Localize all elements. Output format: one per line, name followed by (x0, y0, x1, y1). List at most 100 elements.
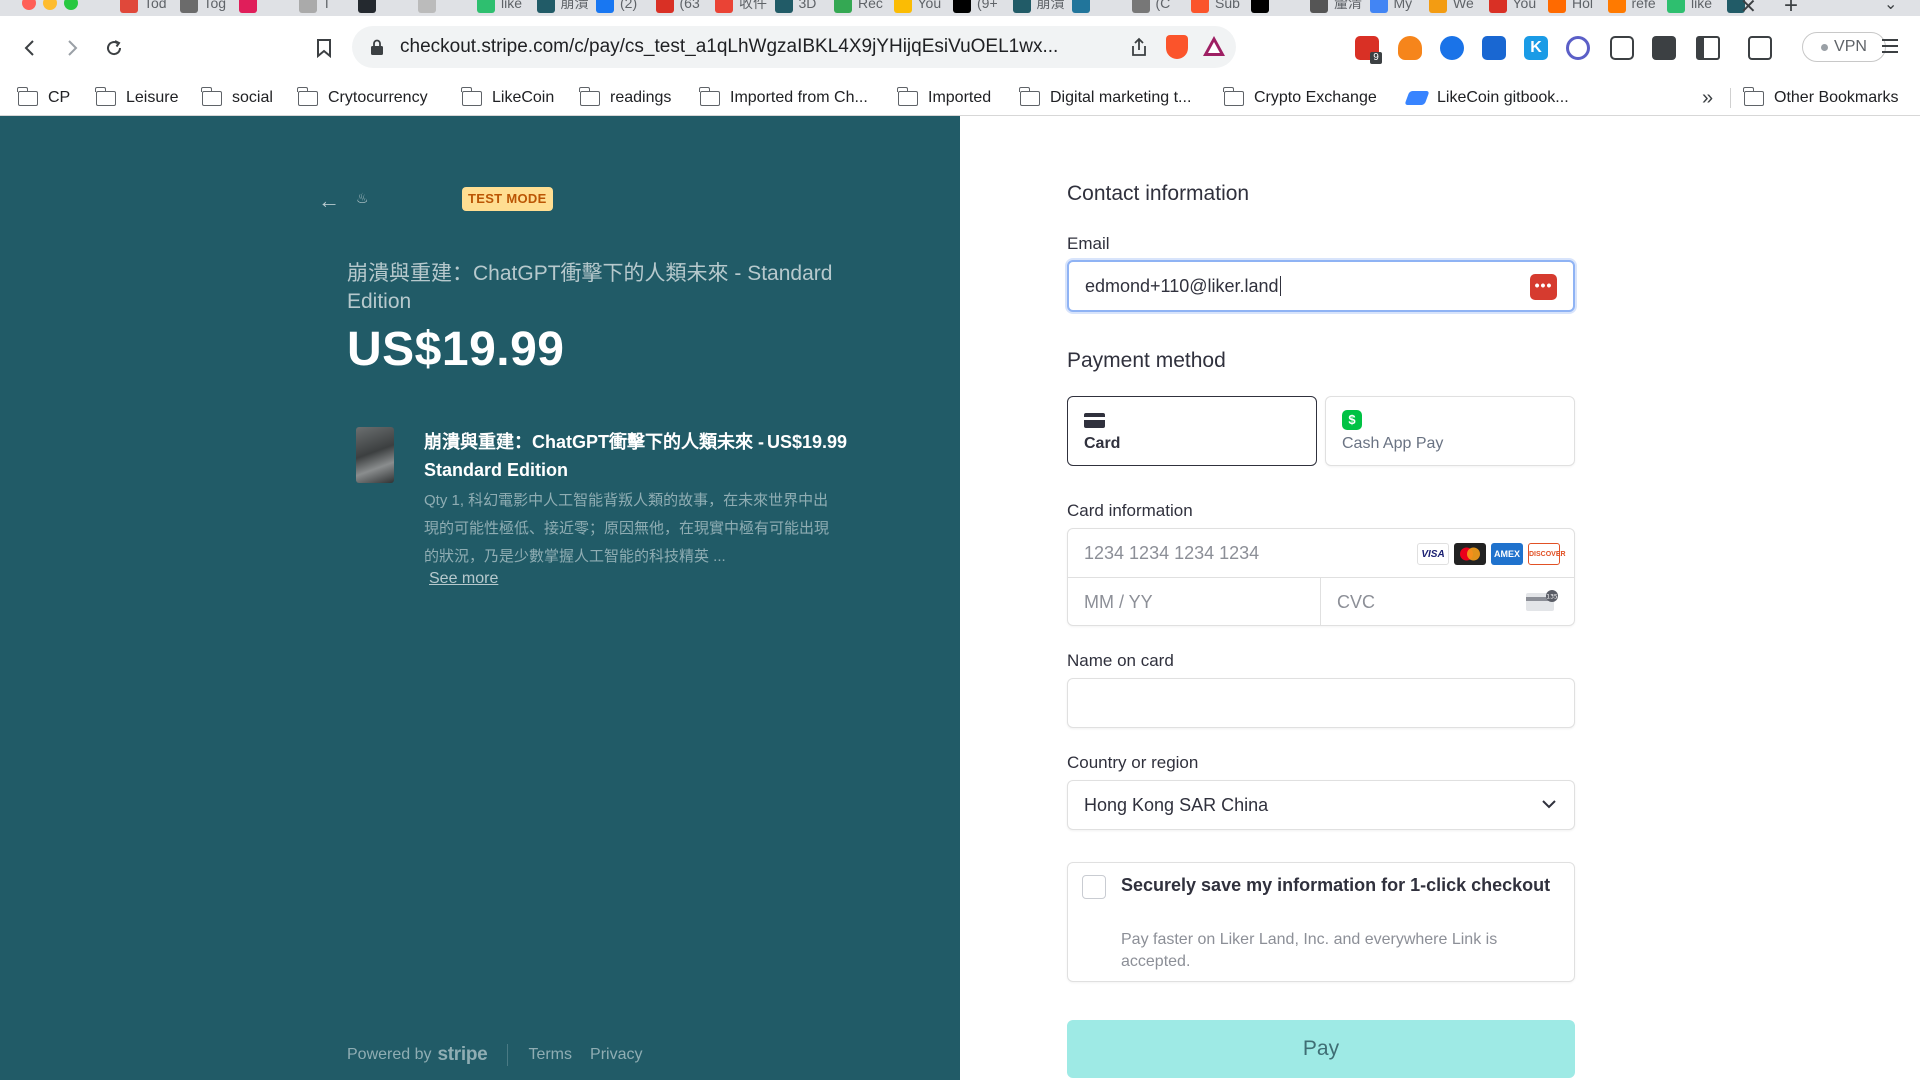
extension-k-icon[interactable]: K (1524, 36, 1548, 60)
address-bar[interactable]: checkout.stripe.com/c/pay/cs_test_a1qLhW… (352, 26, 1236, 68)
browser-tab[interactable] (358, 0, 412, 16)
name-on-card-input[interactable] (1067, 678, 1575, 728)
reload-icon[interactable] (102, 36, 126, 60)
browser-tab[interactable] (239, 0, 293, 16)
menu-icon[interactable] (1882, 36, 1898, 56)
pay-button[interactable]: Pay (1067, 1020, 1575, 1078)
tab-favicon-icon (1072, 0, 1090, 13)
browser-tab[interactable]: 崩潰 (536, 0, 591, 16)
forward-icon[interactable] (60, 36, 84, 60)
bookmark-item[interactable]: Leisure (95, 86, 178, 107)
url-text[interactable]: checkout.stripe.com/c/pay/cs_test_a1qLhW… (400, 36, 1058, 58)
tab-title: (C (1155, 0, 1171, 11)
expiry-input[interactable]: MM / YY (1068, 578, 1321, 626)
card-number-input[interactable]: 1234 1234 1234 1234 VISA AMEX DISCOVER (1068, 529, 1574, 578)
browser-tab[interactable]: refe (1607, 0, 1662, 16)
sidebar-toggle-icon[interactable] (1696, 36, 1720, 60)
tab-title: like (1691, 0, 1713, 11)
tab-favicon-icon (893, 0, 912, 13)
extension-bank-icon[interactable] (1610, 36, 1634, 60)
tab-title: T (322, 0, 332, 11)
new-tab-icon[interactable]: + (1784, 0, 1798, 16)
card-brands: VISA AMEX DISCOVER (1417, 543, 1566, 565)
wallet-icon[interactable] (1748, 36, 1772, 60)
tab-favicon-icon (953, 0, 971, 13)
save-info-title[interactable]: Securely save my information for 1-click… (1121, 873, 1551, 897)
merchant-logo-icon[interactable]: ♨ (356, 190, 372, 206)
checkout-footer: Powered by stripe Terms Privacy (347, 1044, 660, 1066)
payment-method-card-tab[interactable]: Card (1067, 396, 1317, 466)
folder-icon (699, 86, 720, 106)
browser-tab[interactable]: You (893, 0, 948, 16)
extension-cross-icon[interactable] (1482, 36, 1506, 60)
bookmark-item[interactable]: LikeCoin (461, 86, 554, 107)
browser-tab[interactable]: 3D (774, 0, 829, 16)
tab-title: (63 (679, 0, 700, 11)
bookmark-item[interactable]: readings (579, 86, 671, 107)
tab-title: 崩潰 (1036, 0, 1065, 11)
bookmark-item[interactable]: LikeCoin gitbook... (1404, 89, 1569, 107)
browser-tab[interactable]: Rec (834, 0, 888, 16)
bookmark-item[interactable]: Crypto Exchange (1223, 86, 1377, 107)
extensions-puzzle-icon[interactable] (1652, 36, 1676, 60)
browser-tab[interactable]: (9+ (953, 0, 1007, 16)
browser-tab[interactable] (1072, 0, 1126, 16)
back-arrow-icon[interactable]: ← (318, 188, 340, 214)
browser-tab[interactable]: My (1369, 0, 1424, 16)
browser-tab[interactable]: (63 (655, 0, 710, 16)
tab-title: Rec (858, 0, 883, 11)
extension-metamask-icon[interactable] (1398, 36, 1422, 60)
window-minimize-button[interactable] (43, 0, 57, 10)
see-more-link[interactable]: See more (429, 570, 498, 588)
browser-tab[interactable]: like (1667, 0, 1721, 16)
browser-tab[interactable]: Hol (1548, 0, 1602, 16)
other-bookmarks-folder[interactable]: Other Bookmarks (1743, 86, 1898, 107)
bookmark-page-icon[interactable] (312, 36, 336, 60)
brave-rewards-icon[interactable] (1202, 35, 1226, 57)
browser-tab[interactable]: like (477, 0, 531, 16)
bookmark-item[interactable]: Imported (897, 86, 991, 107)
window-zoom-button[interactable] (64, 0, 78, 10)
browser-tab[interactable]: We (1429, 0, 1483, 16)
tab-list-chevron-icon[interactable]: ⌄ (1884, 0, 1897, 14)
bookmark-item[interactable]: Crytocurrency (297, 86, 428, 107)
brave-shields-icon[interactable] (1166, 35, 1188, 59)
email-field[interactable]: edmond+110@liker.land ••• (1067, 260, 1575, 312)
bookmark-item[interactable]: Digital marketing t... (1019, 86, 1191, 107)
browser-tab[interactable]: 崩潰 (1012, 0, 1067, 16)
privacy-link[interactable]: Privacy (590, 1046, 642, 1064)
terms-link[interactable]: Terms (528, 1046, 572, 1064)
vpn-button[interactable]: VPN (1802, 32, 1886, 62)
country-value: Hong Kong SAR China (1084, 795, 1269, 815)
payment-method-cashapp-tab[interactable]: $ Cash App Pay (1325, 396, 1575, 466)
browser-tab[interactable]: Tod (120, 0, 174, 16)
close-tab-icon[interactable]: ✕ (1740, 0, 1757, 16)
bookmark-item[interactable]: social (201, 86, 273, 107)
stripe-logo[interactable]: stripe (438, 1044, 488, 1066)
bookmark-divider (1730, 88, 1731, 108)
password-manager-icon[interactable]: ••• (1530, 274, 1557, 300)
save-info-checkbox[interactable] (1082, 875, 1106, 899)
browser-tab[interactable]: 收件 (715, 0, 769, 16)
bookmark-item[interactable]: Imported from Ch... (699, 86, 868, 107)
browser-tab[interactable]: Tog (179, 0, 234, 16)
cvc-input[interactable]: CVC 135 (1321, 578, 1574, 626)
email-value: edmond+110@liker.land (1085, 275, 1279, 296)
extension-swipe-icon[interactable] (1440, 36, 1464, 60)
bookmark-item[interactable]: CP (17, 86, 70, 107)
window-close-button[interactable] (22, 0, 36, 10)
browser-tab[interactable]: You (1488, 0, 1543, 16)
browser-tab[interactable]: T (298, 0, 353, 16)
browser-tab[interactable]: 釐清 (1310, 0, 1364, 16)
browser-tab[interactable] (417, 0, 472, 16)
share-icon[interactable] (1130, 37, 1148, 57)
visa-icon: VISA (1417, 543, 1449, 565)
extension-circle-icon[interactable] (1566, 36, 1590, 60)
browser-tab[interactable]: Sub (1191, 0, 1245, 16)
browser-tab[interactable]: (C (1131, 0, 1186, 16)
back-icon[interactable] (18, 36, 42, 60)
browser-tab[interactable] (1250, 0, 1305, 16)
browser-tab[interactable]: (2) (596, 0, 650, 16)
bookmarks-overflow-button[interactable]: » (1702, 87, 1713, 110)
country-select[interactable]: Hong Kong SAR China (1067, 780, 1575, 830)
